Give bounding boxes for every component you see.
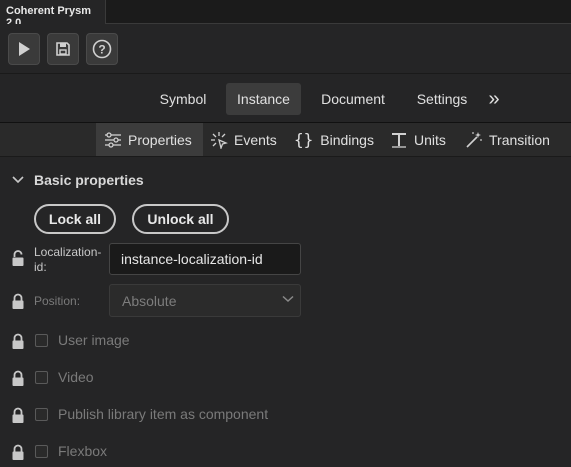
- subtab-bindings[interactable]: {} Bindings: [294, 123, 374, 156]
- tab-document[interactable]: Document: [310, 83, 396, 115]
- subtab-label: Properties: [128, 131, 192, 148]
- text-t-icon: [392, 132, 406, 148]
- help-icon: ?: [92, 39, 112, 59]
- tab-label: Symbol: [159, 91, 207, 107]
- chevron-down-icon: [12, 176, 24, 184]
- subtab-events[interactable]: Events: [210, 123, 282, 156]
- title-bar: Coherent Prysm 2.0: [0, 0, 571, 29]
- checkbox-label: User image: [58, 332, 130, 348]
- user-image-row: User image: [0, 331, 571, 351]
- checkbox-label: Flexbox: [58, 443, 108, 459]
- padlock-icon[interactable]: [11, 370, 25, 387]
- video-row: Video: [0, 368, 571, 388]
- tab-label: Settings: [416, 91, 468, 107]
- padlock-icon[interactable]: [11, 293, 25, 310]
- tab-label: Document: [321, 91, 385, 107]
- publish-component-row: Publish library item as component: [0, 405, 571, 425]
- localization-id-label: Localization-id:: [34, 245, 102, 274]
- publish-component-checkbox[interactable]: [35, 408, 48, 421]
- position-select[interactable]: Absolute: [109, 284, 301, 317]
- tab-label: Instance: [237, 91, 290, 107]
- unlock-all-button[interactable]: Unlock all: [132, 204, 229, 234]
- padlock-icon[interactable]: [11, 444, 25, 461]
- sliders-icon: [105, 131, 121, 148]
- subtab-label: Transition: [489, 131, 550, 148]
- flexbox-checkbox[interactable]: [35, 445, 48, 458]
- sparkle-cursor-icon: [211, 131, 228, 149]
- padlock-icon[interactable]: [11, 407, 25, 424]
- save-icon: [56, 42, 70, 56]
- section-header[interactable]: Basic properties: [12, 172, 144, 188]
- window-title-tab[interactable]: Coherent Prysm 2.0: [0, 0, 106, 29]
- toolbar: ?: [0, 24, 571, 74]
- svg-text:?: ?: [98, 43, 105, 57]
- double-chevron-right-icon: »: [488, 87, 500, 110]
- checkbox-label: Video: [58, 369, 94, 385]
- user-image-checkbox[interactable]: [35, 334, 48, 347]
- localization-id-input[interactable]: instance-localization-id: [109, 243, 301, 275]
- braces-icon: {}: [294, 130, 314, 149]
- tab-settings[interactable]: Settings: [406, 83, 478, 115]
- magic-wand-icon: [466, 131, 482, 148]
- checkbox-label: Publish library item as component: [58, 406, 269, 422]
- subtab-label: Events: [234, 131, 277, 148]
- play-icon: [19, 42, 30, 56]
- tab-instance[interactable]: Instance: [226, 83, 301, 115]
- position-label: Position:: [34, 294, 81, 308]
- subtab-transition[interactable]: Transition: [465, 123, 555, 156]
- chevron-down-icon: [282, 295, 294, 303]
- padlock-icon[interactable]: [11, 333, 25, 350]
- lock-all-button[interactable]: Lock all: [34, 204, 116, 234]
- properties-panel: Basic properties Lock all Unlock all Loc…: [0, 158, 571, 467]
- input-value: instance-localization-id: [121, 251, 263, 267]
- subtab-units[interactable]: Units: [390, 123, 450, 156]
- select-value: Absolute: [122, 293, 177, 309]
- sub-tabs: Properties Events {} Bindings Units Tran…: [0, 123, 571, 157]
- help-button[interactable]: ?: [86, 33, 118, 65]
- save-button[interactable]: [47, 33, 79, 65]
- unlocked-padlock-icon[interactable]: [11, 250, 25, 267]
- main-tabs: Symbol Instance Document Settings »: [0, 75, 571, 123]
- subtab-label: Units: [414, 131, 446, 148]
- section-title: Basic properties: [34, 172, 144, 188]
- subtab-label: Bindings: [320, 131, 374, 148]
- button-label: Lock all: [48, 211, 102, 227]
- video-checkbox[interactable]: [35, 371, 48, 384]
- more-tabs-button[interactable]: »: [482, 83, 506, 115]
- button-label: Unlock all: [147, 211, 214, 227]
- subtab-properties[interactable]: Properties: [96, 123, 203, 156]
- play-button[interactable]: [8, 33, 40, 65]
- flexbox-row: Flexbox: [0, 442, 571, 462]
- tab-symbol[interactable]: Symbol: [150, 83, 216, 115]
